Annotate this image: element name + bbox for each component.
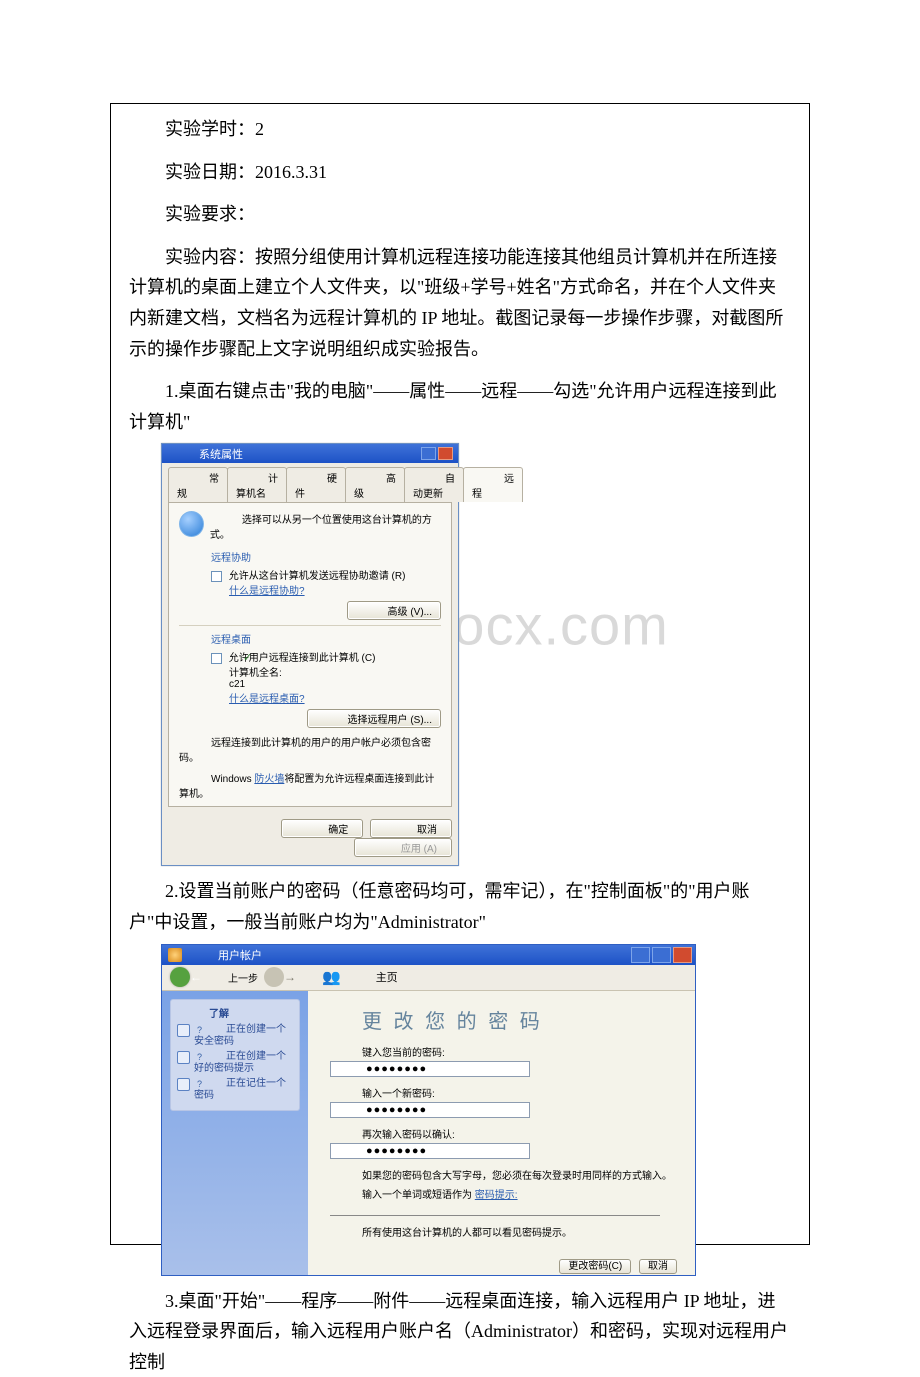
side-panel-title: 了解 xyxy=(177,1005,293,1020)
people-icon: 👥 xyxy=(290,968,341,986)
back-button[interactable]: ← xyxy=(170,967,190,987)
firewall-link[interactable]: 防火墙 xyxy=(254,774,284,785)
group-remote-desktop-title: 远程桌面 xyxy=(179,631,441,646)
back-label: 上一步 xyxy=(196,970,258,985)
group-remote-assist-title: 远程协助 xyxy=(179,549,441,564)
question-icon: ? xyxy=(177,1051,190,1064)
close-button[interactable]: × xyxy=(438,447,453,460)
checkbox-remote-assist-label: 允许从这台计算机发送远程协助邀请 (R) xyxy=(229,571,406,582)
ua-titlebar: 用户帐户 _ ☐ × xyxy=(162,945,695,965)
tab-auto-update[interactable]: 自动更新 xyxy=(404,467,464,502)
sysprop-tab-body: 选择可以从另一个位置使用这台计算机的方式。 远程协助 允许从这台计算机发送远程协… xyxy=(168,502,452,807)
question-icon: ? xyxy=(177,1078,190,1091)
ua-toolbar: ← 上一步 → 👥 主页 xyxy=(162,965,695,991)
apply-button[interactable]: 应用 (A) xyxy=(354,838,452,857)
link-what-is-remote-desktop[interactable]: 什么是远程桌面? xyxy=(229,694,305,705)
ua-title: 用户帐户 xyxy=(186,947,262,963)
checkbox-remote-desktop[interactable] xyxy=(211,653,222,664)
globe-icon xyxy=(179,511,204,537)
computer-full-name: c21 xyxy=(197,679,441,690)
hint-prefix: 输入一个单词或短语作为 xyxy=(362,1190,475,1201)
link-what-is-remote-assist[interactable]: 什么是远程协助? xyxy=(229,586,305,597)
cancel-button[interactable]: 取消 xyxy=(639,1259,677,1274)
forward-button[interactable]: → xyxy=(264,967,284,987)
remote-pw-note: 远程连接到此计算机的用户的用户帐户必须包含密码。 xyxy=(179,734,441,764)
tab-computer-name[interactable]: 计算机名 xyxy=(227,467,287,502)
side-item-2[interactable]: ? 正在创建一个好的密码提示 xyxy=(177,1051,293,1075)
ua-sidebar: 了解 ? 正在创建一个安全密码 ? 正在创建一个好的密码提示 ? 正在记住一个密… xyxy=(162,991,308,1275)
select-remote-users-button[interactable]: 选择远程用户 (S)... xyxy=(307,709,441,728)
hint-link[interactable]: 密码提示: xyxy=(475,1190,518,1201)
hint-input[interactable] xyxy=(330,1201,660,1216)
firewall-prefix: Windows xyxy=(211,774,254,785)
current-pw-input[interactable]: ●●●●●●●● xyxy=(330,1061,530,1077)
sysprop-titlebar: 系统属性 ? × xyxy=(162,444,458,463)
close-button[interactable]: × xyxy=(673,947,692,963)
tab-hardware[interactable]: 硬件 xyxy=(286,467,346,502)
ua-side-panel: 了解 ? 正在创建一个安全密码 ? 正在创建一个好的密码提示 ? 正在记住一个密… xyxy=(170,999,300,1111)
step3: 3.桌面"开始"——程序——附件——远程桌面连接，输入远程用户 IP 地址，进入… xyxy=(129,1286,791,1377)
system-properties-dialog: 系统属性 ? × 常规 计算机名 硬件 高级 自动更新 远程 选择可以从另一个位… xyxy=(161,443,459,866)
change-password-button[interactable]: 更改密码(C) xyxy=(559,1259,631,1274)
side-item-3[interactable]: ? 正在记住一个密码 xyxy=(177,1078,293,1102)
current-pw-label: 键入您当前的密码: xyxy=(330,1044,677,1059)
confirm-pw-label: 再次输入密码以确认: xyxy=(330,1126,677,1141)
text-hours: 实验学时：2 xyxy=(129,114,791,145)
new-pw-input[interactable]: ●●●●●●●● xyxy=(330,1102,530,1118)
hint-visible-note: 所有使用这台计算机的人都可以看见密码提示。 xyxy=(330,1224,677,1239)
tab-general[interactable]: 常规 xyxy=(168,467,228,502)
document-cell: 实验学时：2 实验日期：2016.3.31 实验要求： 实验内容：按照分组使用计… xyxy=(110,103,810,1245)
sysprop-tabs: 常规 计算机名 硬件 高级 自动更新 远程 xyxy=(162,463,458,502)
tab-advanced[interactable]: 高级 xyxy=(345,467,405,502)
advanced-button[interactable]: 高级 (V)... xyxy=(347,601,441,620)
computer-full-name-label: 计算机全名: xyxy=(197,664,441,679)
step1: 1.桌面右键点击"我的电脑"——属性——远程——勾选"允许用户远程连接到此计算机… xyxy=(129,376,791,437)
step2: 2.设置当前账户的密码（任意密码均可，需牢记），在"控制面板"的"用户账户"中设… xyxy=(129,876,791,937)
sysprop-title: 系统属性 xyxy=(167,446,243,462)
cancel-button[interactable]: 取消 xyxy=(370,819,452,838)
user-accounts-window: 用户帐户 _ ☐ × ← 上一步 → 👥 主页 xyxy=(161,944,696,1276)
tab-remote[interactable]: 远程 xyxy=(463,467,523,502)
new-pw-label: 输入一个新密码: xyxy=(330,1085,677,1100)
home-label[interactable]: 主页 xyxy=(344,969,398,985)
case-note: 如果您的密码包含大写字母，您必须在每次登录时用同样的方式输入。 xyxy=(330,1167,677,1182)
question-icon: ? xyxy=(177,1024,190,1037)
confirm-pw-input[interactable]: ●●●●●●●● xyxy=(330,1143,530,1159)
ua-main: 更 改 您 的 密 码 键入您当前的密码: ●●●●●●●● 输入一个新密码: … xyxy=(308,991,695,1275)
text-date: 实验日期：2016.3.31 xyxy=(129,157,791,188)
side-item-1[interactable]: ? 正在创建一个安全密码 xyxy=(177,1024,293,1048)
change-password-heading: 更 改 您 的 密 码 xyxy=(330,1005,677,1034)
checkbox-remote-assist[interactable] xyxy=(211,571,222,582)
text-requirement: 实验要求： xyxy=(129,199,791,230)
sysprop-intro: 选择可以从另一个位置使用这台计算机的方式。 xyxy=(210,511,441,541)
ok-button[interactable]: 确定 xyxy=(281,819,363,838)
ua-window-icon xyxy=(168,948,182,962)
text-content: 实验内容：按照分组使用计算机远程连接功能连接其他组员计算机并在所连接计算机的桌面… xyxy=(129,242,791,364)
